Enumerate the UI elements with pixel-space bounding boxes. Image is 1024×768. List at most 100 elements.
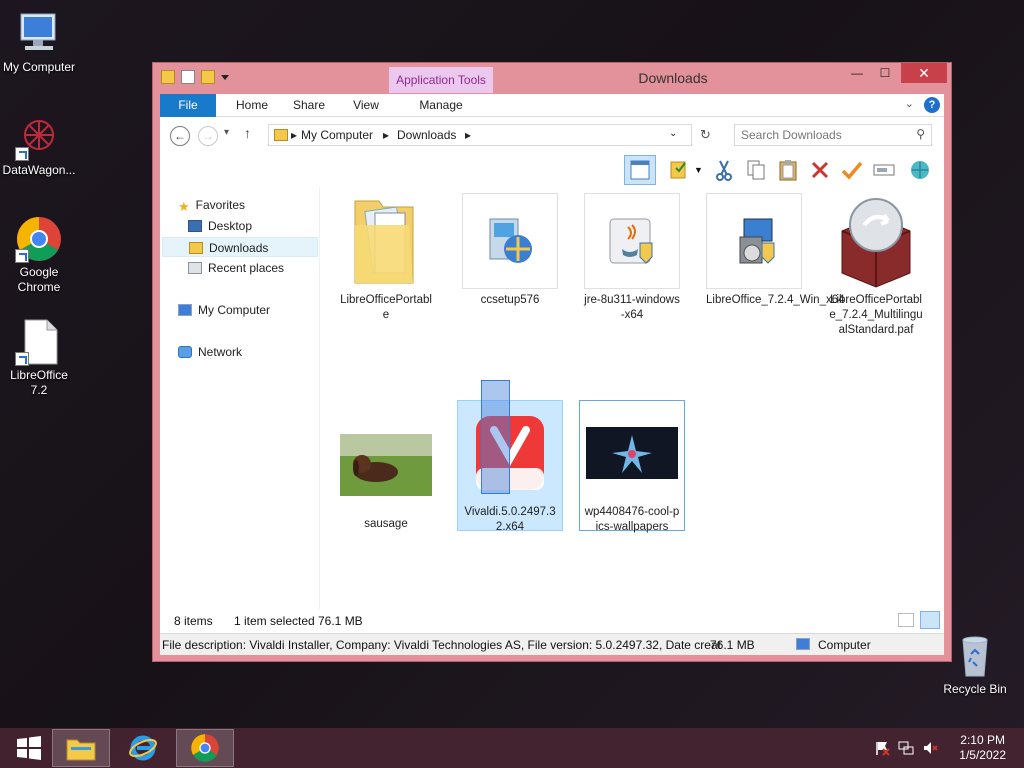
breadcrumb-downloads[interactable]: Downloads bbox=[397, 128, 456, 142]
chevron-down-icon[interactable] bbox=[221, 74, 229, 80]
ribbon-expand-icon[interactable]: ⌄ bbox=[905, 97, 914, 110]
details-size: 76.1 MB bbox=[710, 638, 755, 652]
file-name: LibreOfficePortable_7.2.4_MultilingualSt… bbox=[829, 294, 923, 336]
recent-locations-icon[interactable]: ▾ bbox=[224, 127, 229, 138]
rename-icon[interactable] bbox=[872, 158, 896, 182]
taskbar-file-explorer[interactable] bbox=[52, 729, 110, 767]
desktop-icon-libreoffice[interactable]: LibreOffice 7.2 bbox=[1, 318, 77, 398]
taskbar-google-chrome[interactable] bbox=[176, 729, 234, 767]
chrome-icon bbox=[15, 215, 63, 263]
computer-icon bbox=[796, 638, 810, 650]
nav-my-computer[interactable]: My Computer bbox=[178, 300, 270, 320]
delete-icon[interactable] bbox=[808, 158, 832, 182]
nav-desktop[interactable]: Desktop bbox=[188, 216, 252, 236]
chrome-icon bbox=[191, 734, 219, 762]
paste-icon[interactable] bbox=[776, 158, 800, 182]
preview-pane-button[interactable] bbox=[624, 155, 656, 185]
file-item-selected[interactable]: Vivaldi.5.0.2497.32.x64 bbox=[457, 400, 563, 533]
tab-file[interactable]: File bbox=[160, 94, 216, 117]
nav-favorites[interactable]: ★ Favorites bbox=[178, 195, 245, 215]
copy-icon[interactable] bbox=[744, 158, 768, 182]
start-button[interactable] bbox=[0, 729, 58, 767]
libreoffice-icon bbox=[15, 318, 63, 366]
address-dropdown-icon[interactable]: ⌄ bbox=[669, 128, 677, 139]
help-button[interactable]: ? bbox=[924, 97, 940, 113]
checkmark-icon[interactable] bbox=[840, 158, 864, 182]
search-input[interactable]: Search Downloads ⚲ bbox=[734, 124, 932, 146]
folder-icon[interactable] bbox=[161, 70, 175, 84]
select-all-icon[interactable] bbox=[668, 158, 692, 182]
details-status-bar: File description: Vivaldi Installer, Com… bbox=[160, 633, 944, 655]
desktop-icon-label: My Computer bbox=[2, 60, 76, 74]
taskbar: 2:10 PM 1/5/2022 bbox=[0, 728, 1024, 768]
nav-downloads[interactable]: Downloads bbox=[162, 237, 318, 257]
image-thumbnail bbox=[338, 417, 434, 513]
address-input[interactable]: ▸ My Computer ▸ Downloads ▸ ⌄ bbox=[268, 124, 692, 146]
breadcrumb-my-computer[interactable]: My Computer bbox=[301, 128, 373, 142]
taskbar-internet-explorer[interactable] bbox=[114, 729, 172, 767]
large-icons-view-button[interactable] bbox=[920, 611, 940, 629]
file-item[interactable]: jre-8u311-windows-x64 bbox=[584, 193, 680, 323]
tab-share[interactable]: Share bbox=[280, 94, 338, 117]
folder-icon bbox=[338, 193, 434, 289]
maximize-button[interactable]: ☐ bbox=[871, 63, 899, 83]
volume-muted-icon[interactable] bbox=[922, 740, 938, 756]
details-view-button[interactable] bbox=[898, 613, 914, 627]
new-folder-icon[interactable] bbox=[201, 70, 215, 84]
tab-view[interactable]: View bbox=[338, 94, 394, 117]
desktop-icon-google-chrome[interactable]: Google Chrome bbox=[1, 215, 77, 295]
downloads-icon bbox=[189, 242, 203, 254]
file-name: LibreOffice_7.2.4_Win_x64 bbox=[706, 294, 845, 306]
navigation-pane: ★ Favorites Desktop Downloads Recent plac… bbox=[160, 187, 320, 609]
refresh-button[interactable]: ↻ bbox=[700, 127, 711, 143]
clock-time: 2:10 PM bbox=[960, 733, 1005, 747]
tab-home[interactable]: Home bbox=[224, 94, 280, 117]
chevron-down-icon[interactable]: ▼ bbox=[694, 165, 704, 189]
back-button[interactable]: ← bbox=[170, 126, 190, 146]
file-description: File description: Vivaldi Installer, Com… bbox=[162, 638, 721, 652]
minimize-button[interactable]: — bbox=[843, 63, 871, 83]
file-item[interactable]: sausage bbox=[338, 417, 434, 532]
system-clock[interactable]: 2:10 PM 1/5/2022 bbox=[959, 733, 1006, 763]
ribbon-tabs: File Home Share View Manage ⌄ ? bbox=[160, 94, 944, 117]
action-center-flag-icon[interactable] bbox=[874, 740, 890, 756]
desktop-icon-label: DataWagon... bbox=[2, 163, 76, 177]
nav-network[interactable]: Network bbox=[178, 342, 242, 362]
forward-button[interactable]: → bbox=[198, 126, 218, 146]
desktop-icon-datawagon[interactable]: DataWagon... bbox=[1, 113, 77, 178]
properties-icon[interactable] bbox=[908, 158, 932, 182]
shortcut-arrow-icon bbox=[15, 147, 29, 161]
file-item[interactable]: LibreOffice_7.2.4_Win_x64 bbox=[706, 193, 845, 308]
selection-size: 76.1 MB bbox=[318, 614, 363, 628]
properties-icon[interactable] bbox=[181, 70, 195, 84]
window-title: Downloads bbox=[638, 70, 708, 86]
datawagon-icon bbox=[15, 113, 63, 161]
file-name: jre-8u311-windows-x64 bbox=[584, 294, 680, 321]
desktop-icon-my-computer[interactable]: My Computer bbox=[1, 10, 77, 75]
desktop-icon-label: Google Chrome bbox=[17, 265, 61, 294]
file-name: ccsetup576 bbox=[480, 294, 540, 306]
file-item[interactable]: wp4408476-cool-pics-wallpapers bbox=[579, 400, 685, 533]
file-name: wp4408476-cool-pics-wallpapers bbox=[584, 506, 680, 533]
cut-icon[interactable] bbox=[712, 158, 736, 182]
content-area: ★ Favorites Desktop Downloads Recent plac… bbox=[160, 187, 944, 609]
file-item[interactable]: LibreOfficePortable_7.2.4_MultilingualSt… bbox=[828, 193, 924, 338]
explorer-window: Application Tools Downloads — ☐ ✕ File H… bbox=[152, 62, 952, 662]
file-item[interactable]: LibreOfficePortable bbox=[338, 193, 434, 323]
file-name: LibreOfficePortable bbox=[340, 294, 432, 321]
network-icon[interactable] bbox=[898, 740, 914, 756]
tab-manage[interactable]: Manage bbox=[396, 94, 486, 117]
star-icon: ★ bbox=[178, 199, 190, 214]
selection-count: 1 item selected bbox=[234, 614, 315, 628]
nav-recent-places[interactable]: Recent places bbox=[188, 258, 284, 278]
item-count: 8 items bbox=[174, 614, 213, 628]
location-label: Computer bbox=[818, 638, 871, 652]
downloads-folder-icon bbox=[274, 129, 288, 141]
title-bar[interactable]: Application Tools Downloads — ☐ ✕ bbox=[153, 63, 951, 93]
network-icon bbox=[178, 346, 192, 358]
windows-logo-icon bbox=[17, 736, 41, 760]
item-status-bar: 8 items 1 item selected 76.1 MB bbox=[160, 609, 944, 633]
file-item[interactable]: ccsetup576 bbox=[462, 193, 558, 308]
up-button[interactable]: ↑ bbox=[244, 125, 251, 141]
close-button[interactable]: ✕ bbox=[901, 63, 947, 83]
